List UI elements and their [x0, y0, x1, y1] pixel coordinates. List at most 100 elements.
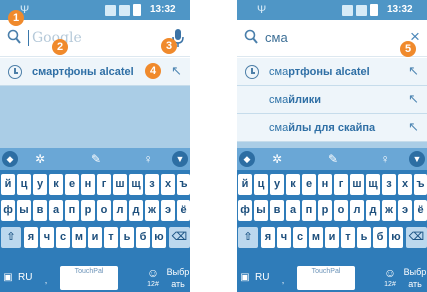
key[interactable]: в — [33, 200, 47, 221]
key[interactable]: э — [398, 200, 412, 221]
key[interactable]: ч — [277, 227, 291, 248]
key[interactable]: л — [350, 200, 364, 221]
key[interactable]: у — [270, 174, 284, 195]
key[interactable]: с — [56, 227, 70, 248]
key[interactable]: б — [373, 227, 387, 248]
comma-key[interactable]: , — [42, 266, 50, 290]
shift-key[interactable]: ⇧ — [1, 227, 21, 248]
key[interactable]: н — [81, 174, 95, 195]
language-key[interactable]: RU — [255, 266, 277, 290]
key[interactable]: ь — [120, 227, 134, 248]
language-key[interactable]: RU — [18, 266, 40, 290]
key[interactable]: д — [129, 200, 143, 221]
key[interactable]: ц — [254, 174, 268, 195]
insert-arrow-icon[interactable]: ↖ — [408, 119, 419, 135]
key[interactable]: ч — [40, 227, 54, 248]
key[interactable]: й — [238, 174, 252, 195]
key[interactable]: у — [33, 174, 47, 195]
key[interactable]: ы — [17, 200, 31, 221]
key[interactable]: щ — [366, 174, 380, 195]
key[interactable]: я — [261, 227, 275, 248]
suggestion-item[interactable]: смайлики ↖ — [237, 86, 427, 114]
voice-input-icon[interactable]: ♀ — [377, 151, 393, 167]
key[interactable]: к — [286, 174, 300, 195]
space-key[interactable]: TouchPal — [60, 266, 118, 290]
numeric-key[interactable]: 12# — [144, 280, 162, 290]
keyboard-switch-icon[interactable]: ▣ — [2, 266, 14, 290]
action-key[interactable]: Выбрать — [166, 266, 190, 290]
key[interactable]: з — [145, 174, 159, 195]
settings-icon[interactable]: ✲ — [269, 151, 285, 167]
hide-keyboard-icon[interactable]: ▼ — [409, 151, 425, 167]
key[interactable]: б — [136, 227, 150, 248]
key[interactable]: х — [398, 174, 412, 195]
key[interactable]: т — [341, 227, 355, 248]
key[interactable]: и — [325, 227, 339, 248]
suggestion-item[interactable]: смартфоны alcatel ↖ — [237, 58, 427, 86]
insert-arrow-icon[interactable]: ↖ — [408, 91, 419, 107]
backspace-key[interactable]: ⌫ — [406, 227, 427, 248]
key[interactable]: е — [302, 174, 316, 195]
key[interactable]: п — [65, 200, 79, 221]
numeric-key[interactable]: 12# — [381, 280, 399, 290]
key[interactable]: ъ — [414, 174, 427, 195]
insert-arrow-icon[interactable]: ↖ — [408, 63, 419, 79]
key[interactable]: ю — [152, 227, 166, 248]
key[interactable]: м — [309, 227, 323, 248]
suggestion-item[interactable]: смайлы для скайпа ↖ — [237, 114, 427, 142]
edit-icon[interactable]: ✎ — [325, 151, 341, 167]
search-input[interactable]: Google — [32, 28, 152, 48]
key[interactable]: э — [161, 200, 175, 221]
key[interactable]: п — [302, 200, 316, 221]
key[interactable]: ы — [254, 200, 268, 221]
key[interactable]: г — [334, 174, 348, 195]
key[interactable]: м — [72, 227, 86, 248]
key[interactable]: ф — [1, 200, 15, 221]
key[interactable]: р — [318, 200, 332, 221]
space-key[interactable]: TouchPal — [297, 266, 355, 290]
key[interactable]: ж — [382, 200, 396, 221]
key[interactable]: я — [24, 227, 38, 248]
edit-icon[interactable]: ✎ — [88, 151, 104, 167]
key[interactable]: л — [113, 200, 127, 221]
voice-input-icon[interactable]: ♀ — [140, 151, 156, 167]
key[interactable]: ю — [389, 227, 403, 248]
key[interactable]: ё — [177, 200, 190, 221]
key[interactable]: е — [65, 174, 79, 195]
key[interactable]: ж — [145, 200, 159, 221]
settings-icon[interactable]: ✲ — [32, 151, 48, 167]
key[interactable]: и — [88, 227, 102, 248]
key[interactable]: ц — [17, 174, 31, 195]
key[interactable]: о — [97, 200, 111, 221]
key[interactable]: ё — [414, 200, 427, 221]
shift-key[interactable]: ⇧ — [238, 227, 258, 248]
key[interactable]: з — [382, 174, 396, 195]
key[interactable]: ш — [113, 174, 127, 195]
search-input[interactable]: сма — [265, 28, 385, 48]
key[interactable]: с — [293, 227, 307, 248]
key[interactable]: ф — [238, 200, 252, 221]
key[interactable]: й — [1, 174, 15, 195]
key[interactable]: в — [270, 200, 284, 221]
key[interactable]: а — [49, 200, 63, 221]
key[interactable]: ш — [350, 174, 364, 195]
backspace-key[interactable]: ⌫ — [169, 227, 190, 248]
key[interactable]: г — [97, 174, 111, 195]
comma-key[interactable]: , — [279, 266, 287, 290]
key[interactable]: ь — [357, 227, 371, 248]
key[interactable]: о — [334, 200, 348, 221]
hide-keyboard-icon[interactable]: ▼ — [172, 151, 188, 167]
keyboard-logo-icon[interactable]: ◆ — [2, 151, 18, 167]
key[interactable]: щ — [129, 174, 143, 195]
suggestion-item[interactable]: смартфоны alcatel ↖ — [0, 58, 190, 86]
key[interactable]: р — [81, 200, 95, 221]
insert-arrow-icon[interactable]: ↖ — [171, 63, 182, 79]
keyboard-switch-icon[interactable]: ▣ — [239, 266, 251, 290]
key[interactable]: х — [161, 174, 175, 195]
key[interactable]: а — [286, 200, 300, 221]
key[interactable]: д — [366, 200, 380, 221]
key[interactable]: к — [49, 174, 63, 195]
key[interactable]: н — [318, 174, 332, 195]
keyboard-logo-icon[interactable]: ◆ — [239, 151, 255, 167]
action-key[interactable]: Выбрать — [403, 266, 427, 290]
